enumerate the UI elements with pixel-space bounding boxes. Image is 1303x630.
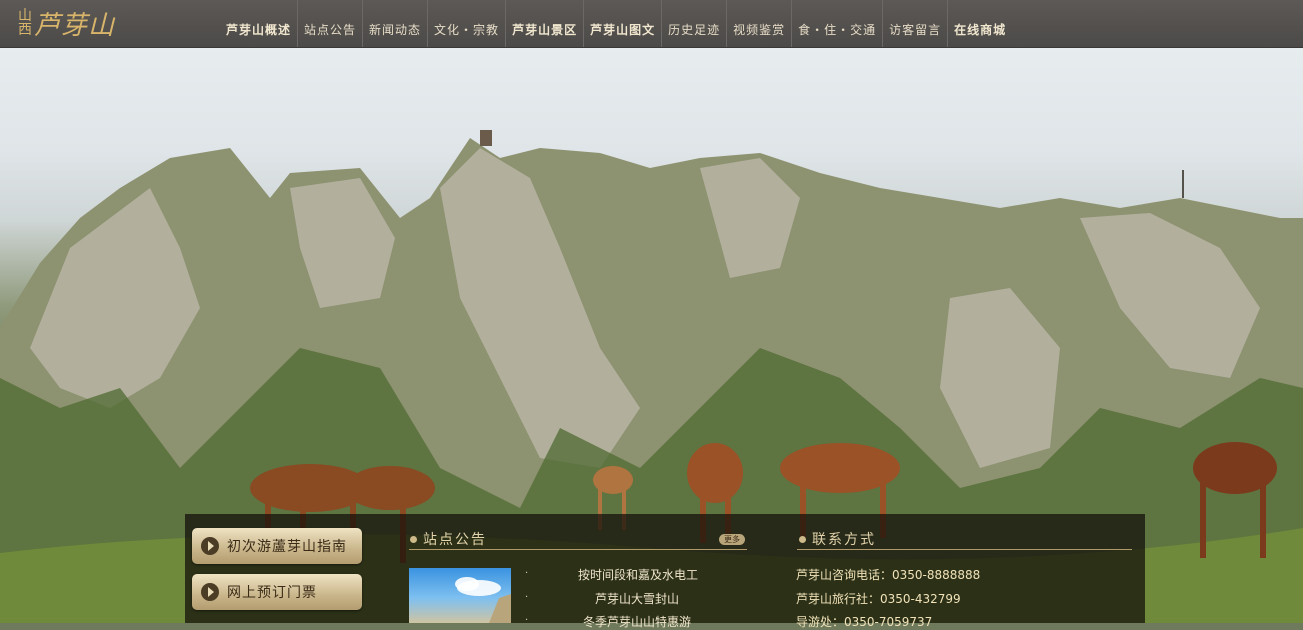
notice-item-2[interactable]: 芦芽山大雪封山 (595, 590, 679, 607)
first-visit-guide-button[interactable]: 初次游蘆芽山指南 (192, 528, 362, 564)
arrow-right-icon (201, 537, 219, 555)
notice-thumbnail-image[interactable] (409, 568, 511, 623)
logo-small-bottom: 西 (18, 22, 32, 38)
list-bullet: · (525, 615, 529, 626)
list-bullet: · (525, 568, 529, 579)
book-tickets-button[interactable]: 网上预订门票 (192, 574, 362, 610)
contact-divider (797, 549, 1132, 550)
contact-title: 联系方式 (799, 529, 876, 549)
nav-videos[interactable]: 视频鉴赏 (726, 0, 791, 47)
nav-overview[interactable]: 芦芽山概述 (220, 0, 297, 47)
site-logo[interactable]: 山 西 芦芽山 (18, 2, 115, 44)
nav-food-lodging-transport[interactable]: 食・住・交通 (791, 0, 882, 47)
arrow-right-icon (201, 583, 219, 601)
nav-history[interactable]: 历史足迹 (661, 0, 726, 47)
top-navigation-bar: 山 西 芦芽山 芦芽山概述 站点公告 新闻动态 文化・宗教 芦芽山景区 芦芽山图… (0, 0, 1303, 48)
bullet-dot-icon (799, 535, 806, 543)
contact-line-travel-agency: 芦芽山旅行社：0350-432799 (796, 592, 961, 606)
more-notices-link[interactable]: 更多 (719, 534, 745, 545)
notice-item-1[interactable]: 按时间段和嘉及水电工 (578, 566, 698, 583)
notice-item-3[interactable]: 冬季芦芽山山特惠游 (583, 613, 691, 630)
nav-gallery[interactable]: 芦芽山图文 (583, 0, 661, 47)
nav-online-store[interactable]: 在线商城 (947, 0, 1012, 47)
nav-announcements[interactable]: 站点公告 (297, 0, 362, 47)
nav-culture-religion[interactable]: 文化・宗教 (427, 0, 505, 47)
first-visit-guide-label: 初次游蘆芽山指南 (227, 539, 347, 555)
notices-title: 站点公告 (410, 529, 487, 549)
contact-line-guide-office: 导游处：0350-7059737 (796, 615, 933, 629)
list-bullet: · (525, 592, 529, 603)
bullet-dot-icon (410, 535, 417, 543)
logo-small-top: 山 (18, 8, 32, 24)
book-tickets-label: 网上预订门票 (227, 585, 317, 601)
main-nav: 芦芽山概述 站点公告 新闻动态 文化・宗教 芦芽山景区 芦芽山图文 历史足迹 视… (220, 0, 1012, 47)
temple-on-peak (480, 130, 492, 146)
contact-line-hotline: 芦芽山咨询电话：0350-8888888 (796, 568, 981, 582)
sky-cloud-illustration (455, 577, 511, 623)
info-panel: 初次游蘆芽山指南 网上预订门票 站点公告 更多 · · · 按时间段和嘉及水电工… (185, 514, 1145, 629)
nav-scenic-area[interactable]: 芦芽山景区 (505, 0, 583, 47)
logo-province: 山 西 (18, 9, 32, 37)
notices-title-text: 站点公告 (423, 532, 487, 548)
logo-text: 芦芽山 (34, 10, 116, 41)
contact-title-text: 联系方式 (812, 532, 876, 548)
notices-divider (409, 549, 747, 550)
nav-guestbook[interactable]: 访客留言 (882, 0, 947, 47)
nav-news[interactable]: 新闻动态 (362, 0, 427, 47)
